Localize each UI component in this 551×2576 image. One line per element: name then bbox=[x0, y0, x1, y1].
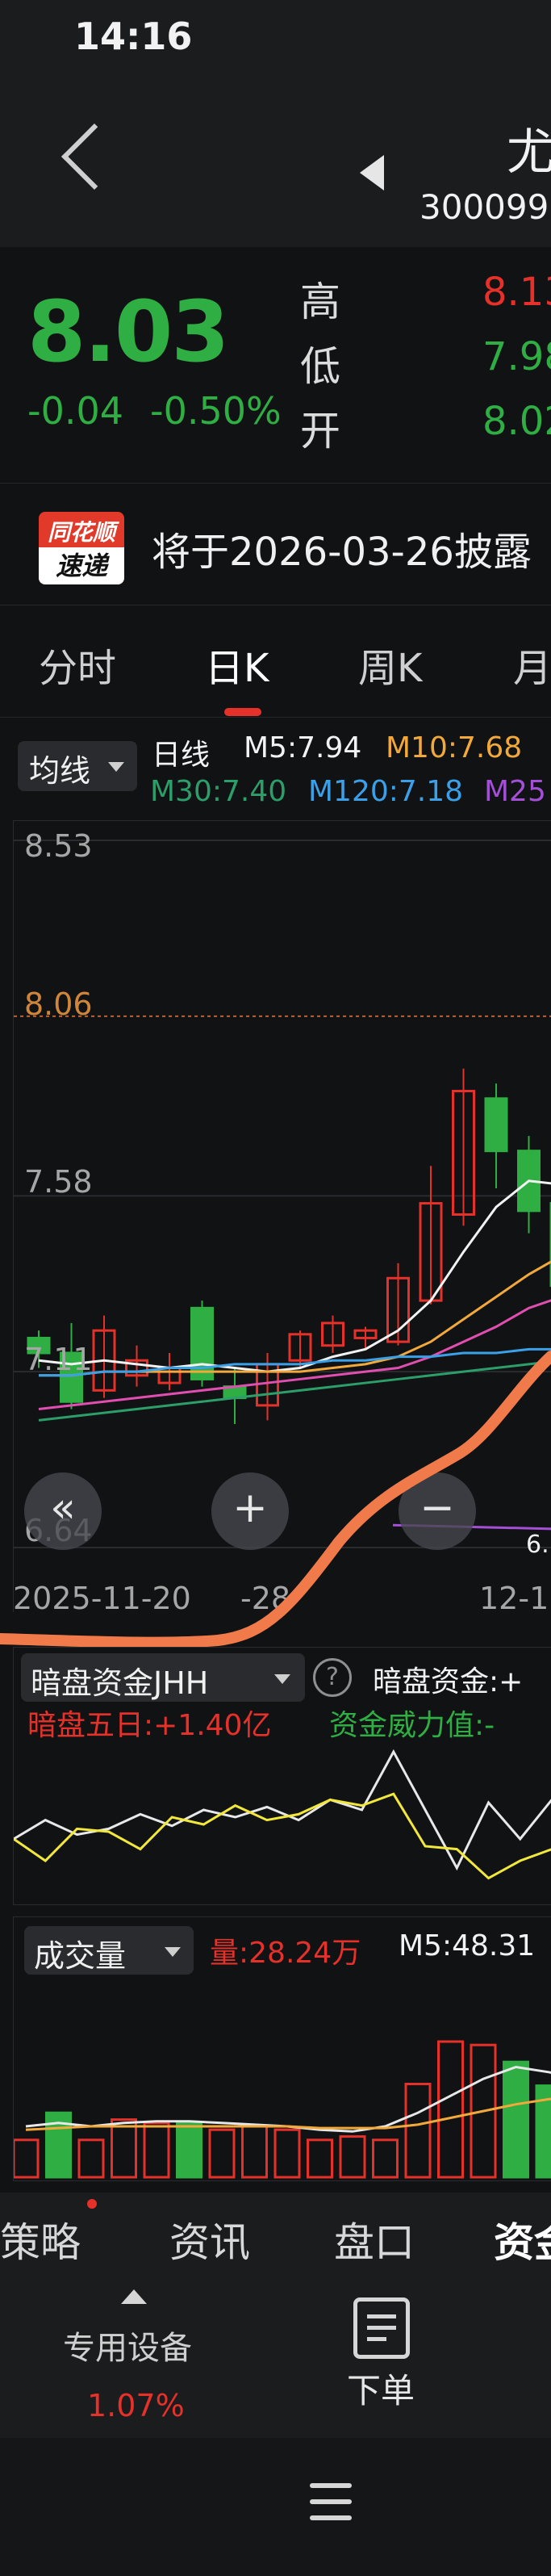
volume-bar bbox=[241, 2125, 268, 2179]
dark-pool-line-white bbox=[14, 1749, 551, 1871]
high-label: 高 bbox=[300, 279, 340, 325]
y-tick-label: 7.58 bbox=[24, 1164, 93, 1200]
expand-up-icon[interactable] bbox=[121, 2289, 147, 2304]
help-icon[interactable]: ? bbox=[313, 1658, 352, 1697]
tab-news[interactable]: 资讯 bbox=[169, 2210, 250, 2268]
tab-daily-k[interactable]: 日K bbox=[205, 636, 269, 693]
annotation-stroke bbox=[0, 1351, 551, 1647]
current-price: 8.03 bbox=[27, 283, 230, 381]
order-button-label[interactable]: 下单 bbox=[347, 2364, 415, 2413]
active-tab-indicator bbox=[224, 708, 261, 716]
volume-bar bbox=[77, 2138, 105, 2179]
volume-m5: M5:48.31 bbox=[399, 1929, 536, 1962]
volume-bar bbox=[372, 2138, 399, 2179]
volume-bar bbox=[307, 2138, 333, 2179]
price-change: -0.04 bbox=[27, 389, 124, 433]
volume-selector[interactable]: 成交量 bbox=[24, 1926, 194, 1975]
volume-bar bbox=[437, 2040, 464, 2179]
volume-selector-label: 成交量 bbox=[34, 1938, 127, 1974]
notification-dot bbox=[87, 2199, 97, 2209]
price-change-percent: -0.50% bbox=[150, 389, 282, 433]
sector-label[interactable]: 专用设备 bbox=[63, 2322, 192, 2369]
stock-code: 300099 bbox=[420, 187, 549, 227]
ma-selector-label: 均线 bbox=[29, 753, 91, 789]
chevron-down-icon bbox=[108, 762, 124, 772]
candle-body bbox=[484, 1097, 508, 1153]
ma-m120: M120:7.18 bbox=[308, 775, 464, 808]
open-label: 开 bbox=[300, 408, 340, 454]
volume-bar bbox=[503, 2060, 529, 2179]
tab-funds[interactable]: 资金 bbox=[494, 2210, 551, 2268]
volume-bar bbox=[14, 2138, 40, 2179]
tab-weekly-k[interactable]: 周K bbox=[358, 636, 422, 693]
chevron-down-icon bbox=[274, 1674, 290, 1684]
dark-pool-line-yellow bbox=[14, 1792, 551, 1880]
volume-bar bbox=[208, 2128, 236, 2179]
volume-value: 量:28.24万 bbox=[210, 1937, 361, 1970]
dark-pool-value: 暗盘资金:+ bbox=[373, 1665, 524, 1698]
y-tick-label: 8.53 bbox=[24, 828, 93, 864]
dark-pool-selector[interactable]: 暗盘资金JHH bbox=[21, 1653, 305, 1702]
status-time: 14:16 bbox=[74, 15, 193, 58]
menu-icon[interactable] bbox=[310, 2483, 352, 2522]
order-icon[interactable] bbox=[353, 2297, 410, 2359]
news-logo-top: 同花顺 bbox=[47, 519, 115, 546]
tab-intraday[interactable]: 分时 bbox=[39, 636, 116, 693]
tab-monthly-k[interactable]: 月 bbox=[513, 636, 551, 693]
high-value: 8.13 bbox=[482, 270, 551, 315]
ma-daily-label: 日线 bbox=[152, 739, 211, 772]
open-value: 8.02 bbox=[482, 399, 551, 444]
news-logo-bottom: 速递 bbox=[39, 547, 124, 584]
dark-pool-five-day: 暗盘五日:+1.40亿 bbox=[27, 1709, 272, 1742]
volume-bar bbox=[404, 2083, 432, 2179]
low-label: 低 bbox=[300, 343, 340, 390]
ma-selector[interactable]: 均线 bbox=[18, 741, 137, 791]
volume-bar bbox=[111, 2118, 137, 2179]
dark-pool-selector-label: 暗盘资金JHH bbox=[31, 1665, 209, 1701]
tab-order-book[interactable]: 盘口 bbox=[334, 2210, 415, 2268]
stock-name: 尤 bbox=[507, 124, 551, 181]
volume-bar bbox=[143, 2122, 170, 2179]
tab-strategy[interactable]: 策略 bbox=[0, 2210, 81, 2268]
ma-m30: M30:7.40 bbox=[150, 775, 287, 808]
divider bbox=[0, 717, 551, 718]
ma-m250: M25 bbox=[484, 775, 546, 808]
prev-stock-icon[interactable] bbox=[360, 155, 384, 191]
news-headline[interactable]: 将于2026-03-26披露 bbox=[152, 520, 532, 576]
hand-drawn-arrow bbox=[0, 1351, 551, 1647]
sector-change: 1.07% bbox=[87, 2388, 185, 2423]
system-nav-bar bbox=[0, 2438, 551, 2576]
bottom-tab-bar bbox=[0, 2193, 551, 2277]
low-value: 7.98 bbox=[482, 334, 551, 379]
chevron-down-icon bbox=[165, 1947, 181, 1957]
volume-bar bbox=[176, 2122, 202, 2179]
ma-m5: M5:7.94 bbox=[244, 731, 362, 764]
news-logo: 同花顺 速递 bbox=[39, 512, 124, 584]
ma-m10: M10:7.68 bbox=[386, 731, 523, 764]
fund-power-value: 资金威力值:- bbox=[329, 1709, 495, 1742]
y-tick-label: 8.06 bbox=[24, 986, 93, 1022]
volume-bar bbox=[339, 2135, 366, 2179]
volume-bar bbox=[273, 2128, 301, 2179]
